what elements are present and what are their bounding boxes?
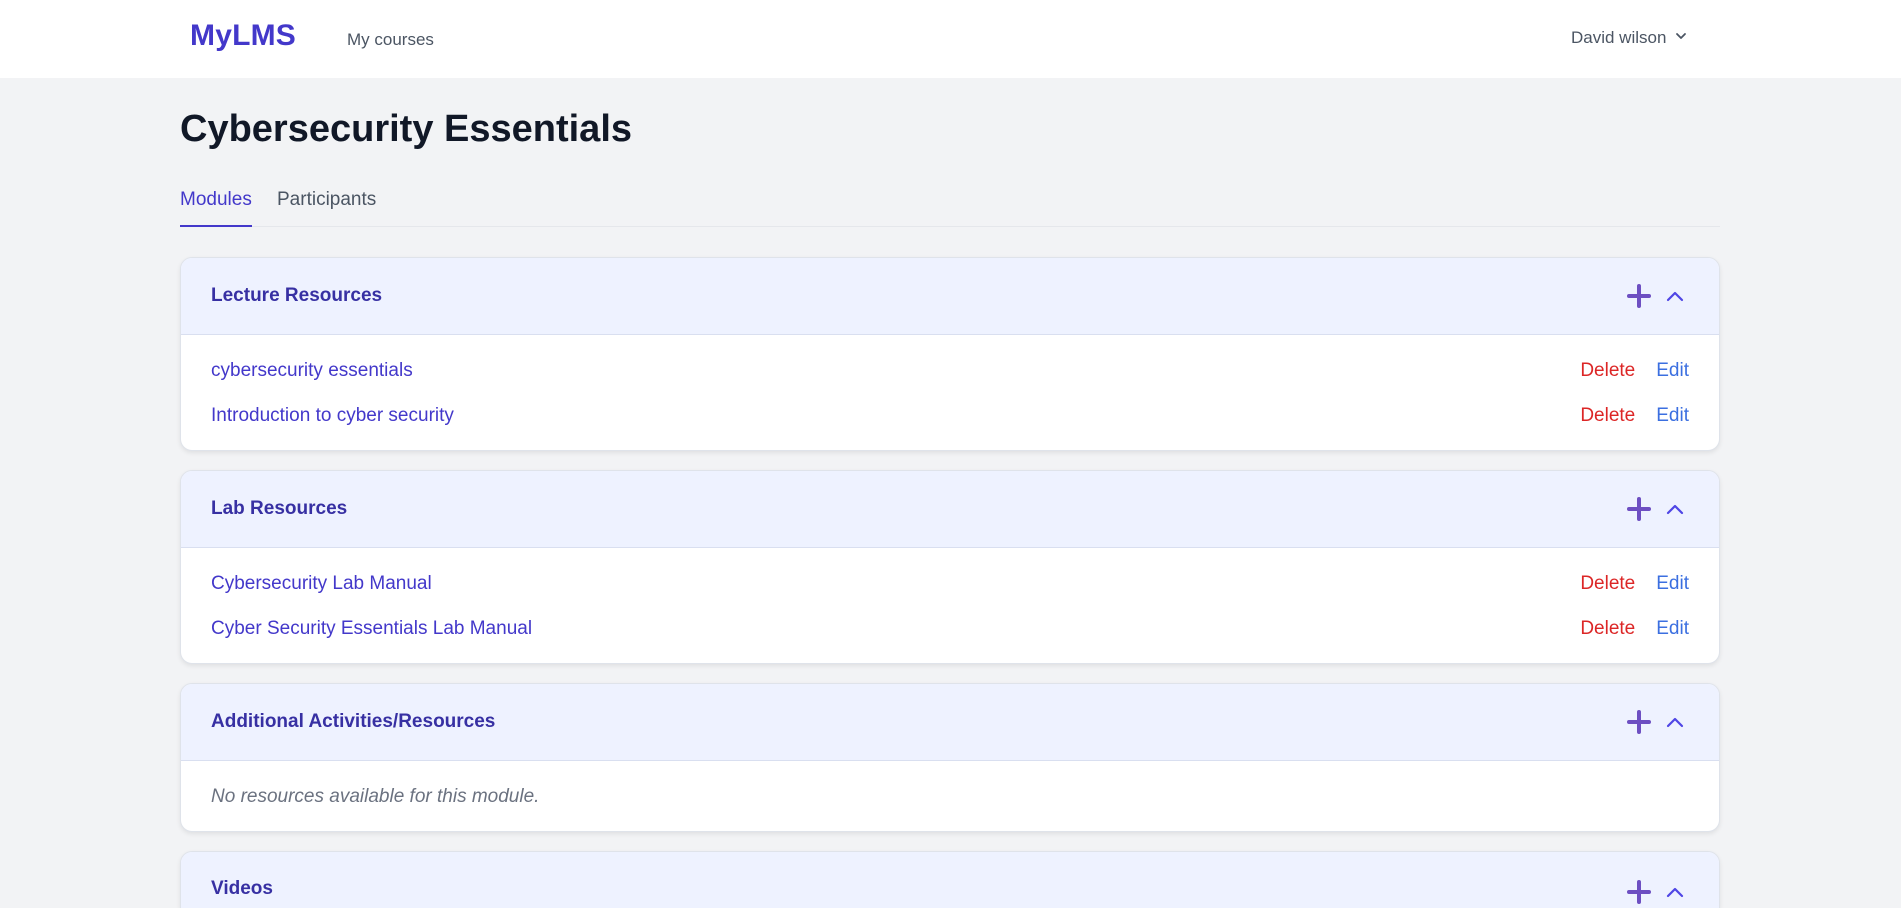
- module-card: Lecture Resources cybersecurity essentia…: [180, 257, 1720, 451]
- course-tabs: Modules Participants: [180, 186, 1720, 227]
- module-body: Cybersecurity Lab Manual Delete Edit Cyb…: [181, 548, 1719, 663]
- resource-row: Cyber Security Essentials Lab Manual Del…: [211, 606, 1689, 651]
- row-actions: Delete Edit: [1580, 405, 1689, 427]
- module-title: Videos: [211, 878, 273, 899]
- row-actions: Delete Edit: [1580, 573, 1689, 595]
- resource-link[interactable]: Cybersecurity Lab Manual: [211, 573, 432, 595]
- delete-button[interactable]: Delete: [1580, 573, 1635, 595]
- module-actions: [1625, 878, 1689, 906]
- plus-icon[interactable]: [1625, 282, 1653, 310]
- edit-button[interactable]: Edit: [1656, 573, 1689, 595]
- module-header[interactable]: Additional Activities/Resources: [181, 684, 1719, 761]
- edit-button[interactable]: Edit: [1656, 405, 1689, 427]
- edit-button[interactable]: Edit: [1656, 618, 1689, 640]
- module-title: Lab Resources: [211, 498, 348, 519]
- plus-icon[interactable]: [1625, 495, 1653, 523]
- page-title: Cybersecurity Essentials: [180, 108, 633, 150]
- module-actions: [1625, 282, 1689, 310]
- app-logo[interactable]: MyLMS: [190, 19, 296, 53]
- module-actions: [1625, 708, 1689, 736]
- module-title: Additional Activities/Resources: [211, 711, 496, 732]
- resource-row: Cybersecurity Lab Manual Delete Edit: [211, 561, 1689, 606]
- empty-state-text: No resources available for this module.: [211, 785, 540, 807]
- chevron-up-icon[interactable]: [1661, 708, 1689, 736]
- nav-my-courses[interactable]: My courses: [347, 30, 434, 50]
- delete-button[interactable]: Delete: [1580, 360, 1635, 382]
- module-body: No resources available for this module.: [181, 761, 1719, 831]
- row-actions: Delete Edit: [1580, 360, 1689, 382]
- module-body: cybersecurity essentials Delete Edit Int…: [181, 335, 1719, 450]
- module-card: Additional Activities/Resources No resou…: [180, 683, 1720, 832]
- plus-icon[interactable]: [1625, 708, 1653, 736]
- module-header[interactable]: Videos: [181, 852, 1719, 908]
- module-header[interactable]: Lecture Resources: [181, 258, 1719, 335]
- user-menu[interactable]: David wilson: [1571, 28, 1688, 48]
- plus-icon[interactable]: [1625, 878, 1653, 906]
- delete-button[interactable]: Delete: [1580, 618, 1635, 640]
- resource-link[interactable]: Introduction to cyber security: [211, 405, 454, 427]
- chevron-up-icon[interactable]: [1661, 282, 1689, 310]
- module-title: Lecture Resources: [211, 285, 383, 306]
- resource-row: Introduction to cyber security Delete Ed…: [211, 393, 1689, 438]
- chevron-down-icon: [1674, 28, 1688, 48]
- resource-link[interactable]: Cyber Security Essentials Lab Manual: [211, 618, 532, 640]
- delete-button[interactable]: Delete: [1580, 405, 1635, 427]
- edit-button[interactable]: Edit: [1656, 360, 1689, 382]
- top-navbar: MyLMS My courses David wilson: [0, 0, 1901, 78]
- chevron-up-icon[interactable]: [1661, 878, 1689, 906]
- module-card: Videos: [180, 851, 1720, 908]
- row-actions: Delete Edit: [1580, 618, 1689, 640]
- chevron-up-icon[interactable]: [1661, 495, 1689, 523]
- resource-link[interactable]: cybersecurity essentials: [211, 360, 413, 382]
- tab-modules[interactable]: Modules: [180, 186, 252, 227]
- user-name: David wilson: [1571, 28, 1667, 47]
- resource-row: cybersecurity essentials Delete Edit: [211, 348, 1689, 393]
- tab-participants[interactable]: Participants: [277, 186, 376, 227]
- module-card: Lab Resources Cybersecurity Lab Manual D…: [180, 470, 1720, 664]
- module-actions: [1625, 495, 1689, 523]
- module-header[interactable]: Lab Resources: [181, 471, 1719, 548]
